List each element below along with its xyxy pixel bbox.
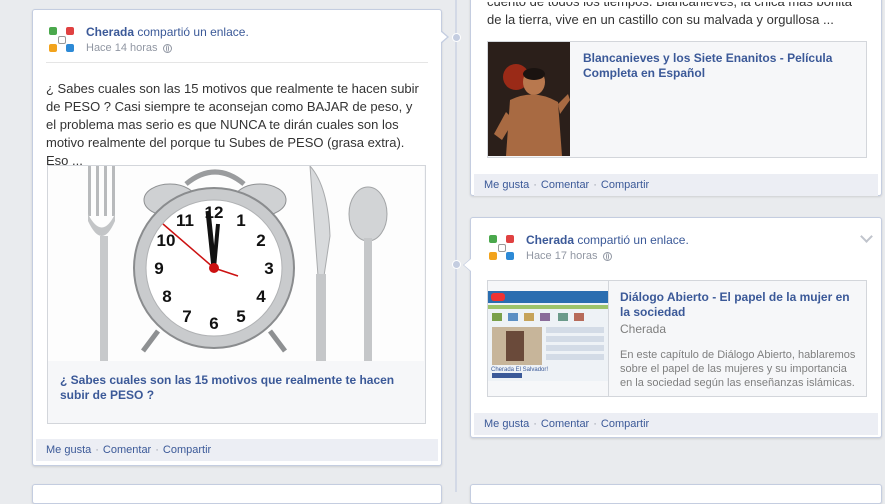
link-image[interactable]: Cherada El Salvador!	[488, 291, 608, 381]
post-actions-bar: Me gusta · Comentar · Compartir	[474, 174, 878, 196]
post-header: Cherada compartió un enlace. Hace 17 hor…	[487, 233, 689, 263]
share-link[interactable]: Compartir	[601, 418, 649, 430]
author-name[interactable]: Cherada	[86, 25, 134, 39]
post-card-left: Cherada compartió un enlace. Hace 14 hor…	[32, 9, 449, 466]
post-card-next-right	[470, 484, 882, 504]
link-image[interactable]	[488, 42, 570, 156]
share-link[interactable]: Compartir	[163, 444, 211, 456]
link-preview[interactable]: Cherada El Salvador! Diálogo Abierto - E…	[487, 280, 867, 397]
avatar[interactable]	[47, 25, 77, 55]
like-link[interactable]: Me gusta	[484, 179, 529, 191]
link-description: En este capítulo de Diálogo Abierto, hab…	[620, 349, 856, 389]
share-link[interactable]: Compartir	[601, 179, 649, 191]
like-link[interactable]: Me gusta	[484, 418, 529, 430]
svg-text:2: 2	[256, 231, 265, 250]
card-pointer	[463, 258, 471, 272]
link-title[interactable]: ¿ Sabes cuales son las 15 motivos que re…	[60, 373, 410, 403]
link-source: Cherada	[620, 322, 667, 336]
post-action: compartió un enlace.	[137, 25, 249, 39]
svg-text:1: 1	[236, 211, 245, 230]
post-time[interactable]: Hace 17 horas	[526, 250, 598, 262]
timeline-dot	[452, 33, 461, 42]
svg-text:6: 6	[209, 314, 218, 333]
post-card-right-mid: Cherada compartió un enlace. Hace 17 hor…	[463, 217, 882, 438]
post-header: Cherada compartió un enlace. Hace 14 hor…	[47, 25, 249, 55]
link-image[interactable]: 12 1 2 3 4 5 6 7 8 9 10 11	[48, 166, 424, 361]
card-pointer	[440, 30, 449, 44]
chevron-down-icon[interactable]	[860, 230, 873, 243]
timeline-spine	[455, 0, 457, 492]
link-title[interactable]: Diálogo Abierto - El papel de la mujer e…	[620, 290, 858, 320]
svg-text:4: 4	[256, 287, 266, 306]
svg-text:5: 5	[236, 307, 245, 326]
post-action: compartió un enlace.	[577, 233, 689, 247]
post-actions-bar: Me gusta · Comentar · Compartir	[36, 439, 438, 461]
svg-text:10: 10	[157, 231, 176, 250]
post-actions-bar: Me gusta · Comentar · Compartir	[474, 413, 878, 435]
thumb-caption: Cherada El Salvador!	[491, 367, 549, 373]
link-preview[interactable]: Blancanieves y los Siete Enanitos - Pelí…	[487, 41, 867, 158]
svg-text:3: 3	[264, 259, 273, 278]
comment-link[interactable]: Comentar	[103, 444, 151, 456]
comment-link[interactable]: Comentar	[541, 179, 589, 191]
author-name[interactable]: Cherada	[526, 233, 574, 247]
svg-text:9: 9	[154, 259, 163, 278]
timeline-dot	[452, 260, 461, 269]
avatar[interactable]	[487, 233, 517, 263]
globe-icon	[162, 43, 172, 53]
svg-text:11: 11	[176, 211, 194, 230]
link-preview[interactable]: 12 1 2 3 4 5 6 7 8 9 10 11 ¿ Sabes cuale…	[47, 165, 426, 424]
globe-icon	[602, 251, 612, 261]
clock-cutlery-image: 12 1 2 3 4 5 6 7 8 9 10 11	[48, 166, 424, 361]
svg-text:7: 7	[182, 307, 191, 326]
svg-text:8: 8	[162, 287, 171, 306]
comment-link[interactable]: Comentar	[541, 418, 589, 430]
post-text: ¿ Sabes cuales son las 15 motivos que re…	[46, 81, 419, 168]
link-title[interactable]: Blancanieves y los Siete Enanitos - Pelí…	[583, 51, 853, 81]
post-time[interactable]: Hace 14 horas	[86, 42, 158, 54]
like-link[interactable]: Me gusta	[46, 444, 91, 456]
post-text: cuento de todos los tiempos. Blancanieve…	[487, 2, 852, 27]
post-card-next-left	[32, 484, 442, 504]
divider	[46, 62, 428, 63]
post-card-right-top: cuento de todos los tiempos. Blancanieve…	[470, 0, 882, 196]
